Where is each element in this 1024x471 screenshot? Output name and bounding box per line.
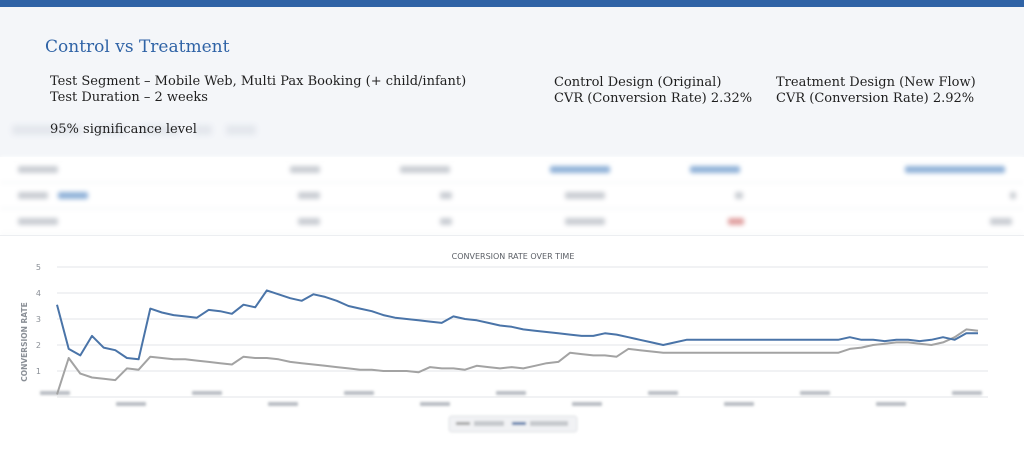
legend-swatch-treatment bbox=[456, 422, 470, 425]
x-tick-label bbox=[876, 402, 906, 406]
x-tick-label bbox=[420, 402, 450, 406]
significance-text: 95% significance level bbox=[50, 122, 197, 137]
test-duration-text: Test Duration – 2 weeks bbox=[50, 90, 208, 105]
chart-grid bbox=[57, 266, 988, 398]
chart-series bbox=[56, 289, 979, 395]
control-label: Control Design (Original) bbox=[554, 75, 722, 90]
chart-legend bbox=[448, 415, 578, 433]
table-row bbox=[0, 183, 1024, 209]
treatment-cvr: CVR (Conversion Rate) 2.92% bbox=[776, 91, 975, 106]
y-tick-label: 3 bbox=[36, 315, 41, 324]
x-axis-ticks bbox=[40, 391, 982, 406]
table-header-row bbox=[0, 157, 1024, 183]
table-row bbox=[0, 209, 1024, 235]
legend-text-treatment bbox=[474, 421, 504, 426]
x-tick-label bbox=[40, 391, 70, 395]
y-tick-label: 4 bbox=[36, 289, 41, 298]
y-axis-label: CONVERSION RATE bbox=[20, 302, 29, 382]
x-tick-label bbox=[116, 402, 146, 406]
y-tick-label: 5 bbox=[36, 263, 41, 272]
conversion-rate-chart: CONVERSION RATE OVER TIME CONVERSION RAT… bbox=[20, 252, 988, 433]
top-accent-bar bbox=[0, 0, 1024, 7]
x-tick-label bbox=[344, 391, 374, 395]
x-tick-label bbox=[952, 391, 982, 395]
y-axis-ticks: 1 2 3 4 5 bbox=[36, 263, 41, 376]
y-tick-label: 2 bbox=[36, 341, 41, 350]
x-tick-label bbox=[572, 402, 602, 406]
legend-text-control bbox=[530, 421, 568, 426]
legend-swatch-control bbox=[512, 422, 526, 425]
x-tick-label bbox=[268, 402, 298, 406]
page-title: Control vs Treatment bbox=[45, 37, 230, 57]
x-tick-label bbox=[800, 391, 830, 395]
y-tick-label: 1 bbox=[36, 367, 41, 376]
results-table bbox=[0, 157, 1024, 235]
x-tick-label bbox=[648, 391, 678, 395]
treatment-label: Treatment Design (New Flow) bbox=[776, 75, 976, 90]
x-tick-label bbox=[192, 391, 222, 395]
control-cvr: CVR (Conversion Rate) 2.32% bbox=[554, 91, 753, 106]
x-tick-label bbox=[724, 402, 754, 406]
series-line bbox=[56, 289, 978, 361]
chart-title: CONVERSION RATE OVER TIME bbox=[452, 252, 575, 261]
x-tick-label bbox=[496, 391, 526, 395]
test-segment-text: Test Segment – Mobile Web, Multi Pax Boo… bbox=[50, 74, 467, 89]
